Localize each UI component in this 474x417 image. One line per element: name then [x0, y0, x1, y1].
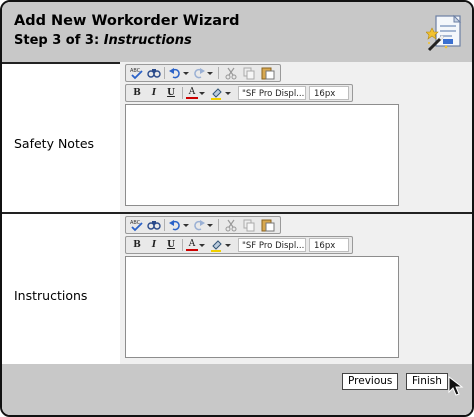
font-color-button[interactable]: A — [186, 86, 198, 99]
editor-toolbar-format: B I U A "SF Pro Displ... 16px — [125, 84, 353, 102]
redo-icon[interactable] — [192, 218, 206, 232]
form-row-instructions: Instructions ABC B I U A "SF Pro Displ..… — [2, 214, 472, 366]
rich-text-editor: ABC B I U A "SF Pro Displ... 16px — [125, 216, 399, 360]
italic-button[interactable]: I — [148, 86, 160, 100]
font-size-select[interactable]: 16px — [309, 238, 349, 252]
safety-notes-textarea[interactable] — [125, 104, 399, 206]
font-color-dropdown-icon[interactable] — [198, 238, 206, 252]
mouse-pointer-icon — [447, 375, 467, 397]
spellcheck-icon[interactable]: ABC — [129, 66, 145, 80]
undo-dropdown-icon[interactable] — [182, 66, 190, 80]
paste-icon[interactable] — [260, 218, 276, 232]
finish-button[interactable]: Finish — [406, 373, 448, 390]
form-row-safety-notes: Safety Notes ABC B I U A "SF Pro Displ..… — [2, 62, 472, 214]
font-family-select[interactable]: "SF Pro Displ... — [238, 86, 306, 100]
bold-button[interactable]: B — [131, 238, 143, 252]
undo-icon[interactable] — [168, 66, 182, 80]
field-label: Instructions — [14, 288, 88, 303]
highlight-dropdown-icon[interactable] — [224, 86, 232, 100]
wizard-header: Add New Workorder Wizard Step 3 of 3: In… — [2, 2, 472, 64]
font-color-dropdown-icon[interactable] — [198, 86, 206, 100]
highlight-icon[interactable] — [210, 238, 224, 252]
redo-dropdown-icon[interactable] — [206, 218, 214, 232]
step-prefix: Step 3 of 3: — [14, 33, 104, 48]
bold-button[interactable]: B — [131, 86, 143, 100]
redo-icon[interactable] — [192, 66, 206, 80]
find-replace-icon[interactable] — [147, 66, 161, 80]
copy-icon[interactable] — [242, 218, 256, 232]
wizard-step: Step 3 of 3: Instructions — [14, 33, 192, 48]
wizard-title: Add New Workorder Wizard — [14, 13, 240, 29]
font-color-button[interactable]: A — [186, 238, 198, 251]
editor-panel: ABC B I U A "SF Pro Displ... 16px — [120, 62, 472, 212]
cut-icon[interactable] — [224, 218, 238, 232]
underline-button[interactable]: U — [165, 238, 177, 252]
highlight-dropdown-icon[interactable] — [224, 238, 232, 252]
editor-panel: ABC B I U A "SF Pro Displ... 16px — [120, 214, 472, 364]
italic-button[interactable]: I — [148, 238, 160, 252]
underline-button[interactable]: U — [165, 86, 177, 100]
font-size-select[interactable]: 16px — [309, 86, 349, 100]
spellcheck-icon[interactable]: ABC — [129, 218, 145, 232]
undo-icon[interactable] — [168, 218, 182, 232]
highlight-icon[interactable] — [210, 86, 224, 100]
editor-toolbar-format: B I U A "SF Pro Displ... 16px — [125, 236, 353, 254]
editor-toolbar-top: ABC — [125, 64, 281, 82]
field-label: Safety Notes — [14, 136, 95, 151]
cut-icon[interactable] — [224, 66, 238, 80]
undo-dropdown-icon[interactable] — [182, 218, 190, 232]
rich-text-editor: ABC B I U A "SF Pro Displ... 16px — [125, 64, 399, 208]
previous-button[interactable]: Previous — [342, 373, 399, 390]
instructions-textarea[interactable] — [125, 256, 399, 358]
redo-dropdown-icon[interactable] — [206, 66, 214, 80]
wizard-window: Add New Workorder Wizard Step 3 of 3: In… — [0, 0, 474, 417]
copy-icon[interactable] — [242, 66, 256, 80]
font-family-select[interactable]: "SF Pro Displ... — [238, 238, 306, 252]
magic-wand-document-icon — [425, 14, 464, 54]
paste-icon[interactable] — [260, 66, 276, 80]
wizard-footer: Previous Finish — [2, 364, 472, 415]
find-replace-icon[interactable] — [147, 218, 161, 232]
step-name: Instructions — [103, 33, 192, 48]
editor-toolbar-top: ABC — [125, 216, 281, 234]
